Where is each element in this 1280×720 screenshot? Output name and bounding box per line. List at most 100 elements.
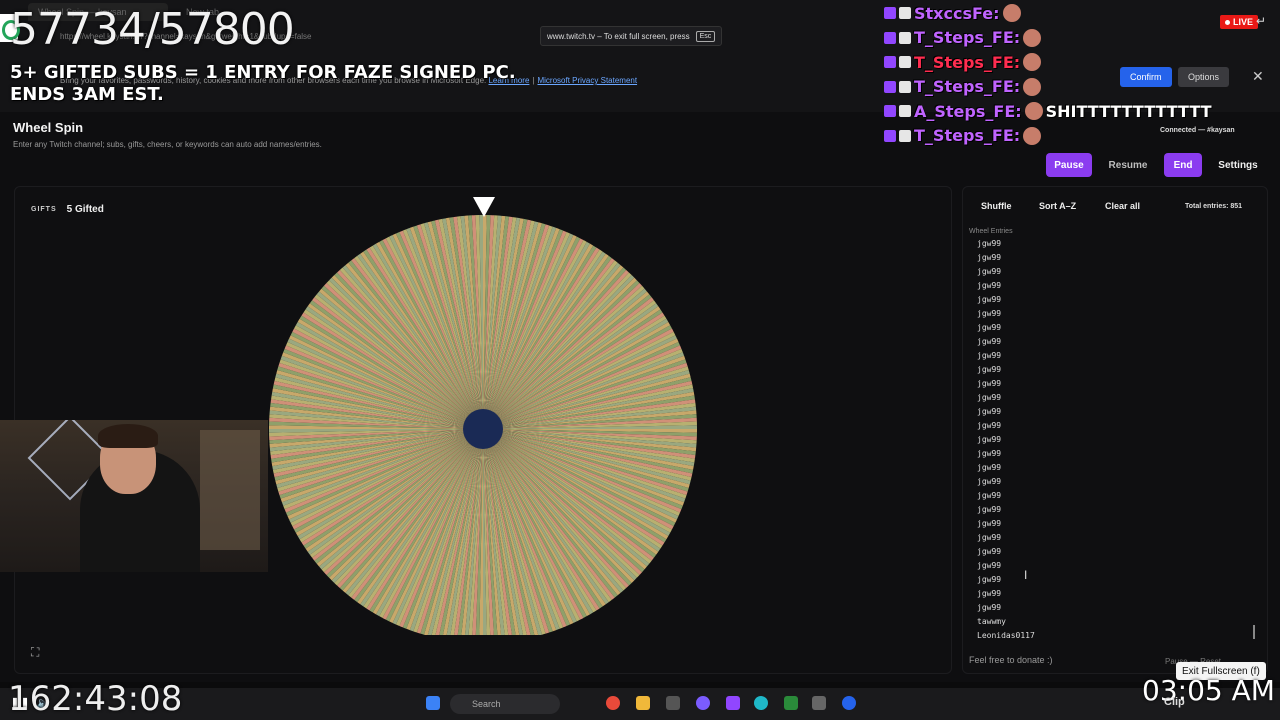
settings-button[interactable]: Settings — [1210, 153, 1266, 177]
app-icon-2[interactable] — [696, 696, 710, 710]
clear-all-button[interactable]: Clear all — [1105, 201, 1140, 211]
chat-username[interactable]: T_Steps_FE: — [914, 77, 1020, 96]
entry-item[interactable]: jgw99 — [977, 321, 1247, 335]
wheel-pointer — [473, 197, 495, 217]
pause-button[interactable]: Pause — [1046, 153, 1092, 177]
privacy-link[interactable]: Microsoft Privacy Statement — [537, 76, 637, 85]
clip-button[interactable]: Clip — [1164, 696, 1185, 708]
chat-message: T_Steps_FE: — [884, 76, 1042, 98]
clock: 03:05 AM — [1142, 674, 1275, 707]
wheel-hub[interactable] — [463, 409, 503, 449]
fullscreen-notice-text: www.twitch.tv – To exit full screen, pre… — [547, 31, 690, 41]
chat-username[interactable]: T_Steps_FE: — [914, 28, 1020, 47]
emote-icon — [1002, 4, 1021, 22]
promo-line-2: ENDS 3AM EST. — [10, 84, 164, 105]
entry-item[interactable]: jgw99 — [977, 391, 1247, 405]
total-entries: Total entries: 851 — [1185, 203, 1242, 210]
entry-item[interactable]: jgw99 — [977, 433, 1247, 447]
entry-item[interactable]: jgw99 — [977, 559, 1247, 573]
entries-label: Wheel Entries — [969, 228, 1013, 235]
app-icon-3[interactable] — [784, 696, 798, 710]
sub-badge-icon — [884, 80, 896, 93]
esc-key: Esc — [695, 30, 716, 42]
chat-message: StxccsFe: — [884, 2, 1021, 24]
entry-item[interactable]: jgw99 — [977, 447, 1247, 461]
entry-item[interactable]: jgw99 — [977, 531, 1247, 545]
uptime-timer: 162:43:08 — [8, 679, 183, 719]
entry-item[interactable]: jgw99 — [977, 419, 1247, 433]
total-entries-label: Total entries: — [1185, 203, 1229, 210]
chat-message: A_Steps_FE: SHITTTTTTTTTTTT — [884, 100, 1212, 122]
entry-item[interactable]: Leonidas0117 — [977, 629, 1247, 643]
taskbar-search[interactable]: Search — [450, 694, 560, 714]
twitch-icon[interactable] — [726, 696, 740, 710]
entry-item[interactable]: jgw99 — [977, 377, 1247, 391]
gift-badge-icon — [899, 80, 911, 93]
sub-badge-icon — [884, 7, 896, 19]
entry-item[interactable]: jgw99 — [977, 279, 1247, 293]
entry-item[interactable]: tawwmy — [977, 615, 1247, 629]
emote-icon — [1023, 28, 1042, 47]
chrome-icon[interactable] — [606, 696, 620, 710]
entries-list[interactable]: jgw99 jgw99 jgw99 jgw99 jgw99 jgw99 jgw99 jgw99… — [977, 237, 1247, 643]
resume-button[interactable]: Resume — [1100, 153, 1156, 177]
entry-item[interactable]: jgw99 — [977, 461, 1247, 475]
chat-username[interactable]: T_Steps_FE: — [914, 126, 1020, 145]
chat-message: T_Steps_FE: — [884, 125, 1042, 147]
chat-text: SHITTTTTTTTTTTT — [1045, 101, 1212, 121]
entry-item[interactable]: jgw99 — [977, 335, 1247, 349]
entries-panel: Shuffle Sort A–Z Clear all Total entries… — [962, 186, 1268, 674]
gifts-counter: GIFTS 5 Gifted — [31, 204, 104, 215]
exit-arrow-icon[interactable]: ↵ — [1256, 14, 1266, 28]
windows-start-icon[interactable] — [426, 696, 440, 710]
emote-icon — [1023, 53, 1042, 71]
donate-text: Feel free to donate :) — [969, 655, 1053, 665]
gift-badge-icon — [899, 129, 911, 142]
text-cursor-icon: I — [1024, 568, 1028, 582]
gift-badge-icon — [899, 31, 911, 44]
entry-item[interactable]: jgw99 — [977, 265, 1247, 279]
entry-item[interactable]: jgw99 — [977, 293, 1247, 307]
entry-item[interactable]: jgw99 — [977, 475, 1247, 489]
gift-badge-icon — [899, 7, 911, 19]
entry-item[interactable]: jgw99 — [977, 601, 1247, 615]
settings-icon[interactable] — [812, 696, 826, 710]
taskbar: Search — [0, 688, 1280, 720]
sub-badge-icon — [884, 31, 896, 44]
folder-icon[interactable] — [636, 696, 650, 710]
promo-line-1: 5+ GIFTED SUBS = 1 ENTRY FOR FAZE SIGNED… — [10, 62, 516, 83]
live-badge: LIVE — [1220, 15, 1259, 29]
end-button[interactable]: End — [1164, 153, 1202, 177]
connection-status: Connected — #kaysan — [1160, 127, 1235, 134]
entry-item[interactable]: jgw99 — [977, 489, 1247, 503]
chat-username[interactable]: T_Steps_FE: — [914, 53, 1020, 72]
entry-item[interactable]: jgw99 — [977, 237, 1247, 251]
entry-item[interactable]: jgw99 — [977, 405, 1247, 419]
chat-message: T_Steps_FE: — [884, 51, 1042, 73]
app-icon-1[interactable] — [666, 696, 680, 710]
entry-item[interactable]: jgw99 — [977, 349, 1247, 363]
entry-item[interactable]: jgw99 — [977, 503, 1247, 517]
chat-username[interactable]: A_Steps_FE: — [914, 102, 1022, 121]
chat-message: T_Steps_FE: — [884, 27, 1042, 49]
emote-icon — [1023, 126, 1042, 145]
entry-item[interactable]: jgw99 — [977, 573, 1247, 587]
page-subtitle: Enter any Twitch channel; subs, gifts, c… — [13, 140, 322, 149]
expand-icon[interactable]: ⛶ — [31, 645, 45, 659]
shuffle-button[interactable]: Shuffle — [981, 201, 1012, 211]
app-icon-4[interactable] — [842, 696, 856, 710]
gift-badge-icon — [899, 56, 911, 68]
entry-item[interactable]: jgw99 — [977, 251, 1247, 265]
spin-wheel[interactable] — [267, 195, 707, 635]
entry-item[interactable]: jgw99 — [977, 587, 1247, 601]
entry-item[interactable]: jgw99 — [977, 545, 1247, 559]
entries-scrollbar[interactable] — [1253, 625, 1255, 639]
entry-item[interactable]: jgw99 — [977, 363, 1247, 377]
total-entries-value: 851 — [1230, 203, 1243, 210]
entry-item[interactable]: jgw99 — [977, 307, 1247, 321]
sort-button[interactable]: Sort A–Z — [1039, 201, 1076, 211]
edge-icon[interactable] — [754, 696, 768, 710]
entry-item[interactable]: jgw99 — [977, 517, 1247, 531]
chat-username[interactable]: StxccsFe: — [914, 4, 1000, 23]
gift-badge-icon — [899, 105, 911, 117]
